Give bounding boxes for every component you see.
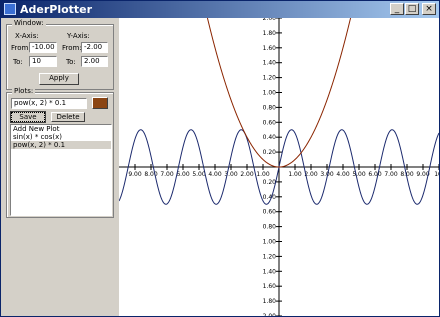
control-panel: Window: X-Axis: Y-Axis: From: -10.00 Fro… [3, 18, 117, 316]
maximize-button[interactable]: □ [405, 3, 419, 15]
y-tick-label: 0.60 [263, 209, 277, 216]
plots-group-legend: Plots: [12, 86, 36, 96]
y-tick-label: 0.40 [263, 134, 277, 141]
y-tick-label: 2.00 [263, 313, 277, 316]
delete-button[interactable]: Delete [51, 112, 85, 122]
y-tick-label: 0.40 [263, 194, 277, 201]
apply-button[interactable]: Apply [39, 73, 79, 85]
x-to-label: To: [13, 58, 23, 66]
x-tick-label: 5.00 [352, 171, 366, 178]
save-button[interactable]: Save [10, 111, 46, 123]
y-tick-label: 1.40 [263, 268, 277, 275]
y-to-label: To: [66, 58, 76, 66]
x-tick-label: 7.00 [160, 171, 174, 178]
y-tick-label: 1.60 [263, 45, 277, 52]
x-tick-label: 6.00 [176, 171, 190, 178]
plots-group: Plots: pow(x, 2) * 0.1 Save Delete Add N… [6, 86, 114, 218]
color-picker-button[interactable] [92, 97, 108, 109]
window-group-legend: Window: [12, 18, 46, 28]
y-tick-label: 1.00 [263, 239, 277, 246]
title-bar[interactable]: AderPlotter _ □ × [1, 1, 439, 18]
x-axis-label: X-Axis: [15, 32, 39, 40]
y-tick-label: 1.40 [263, 60, 277, 67]
close-button[interactable]: × [422, 3, 436, 15]
y-axis-label: Y-Axis: [67, 32, 90, 40]
list-item[interactable]: sin(x) * cos(x) [11, 133, 111, 141]
x-tick-label: 2.00 [240, 171, 254, 178]
y-tick-label: 0.20 [263, 149, 277, 156]
y-tick-label: 2.00 [263, 18, 277, 22]
x-tick-label: 7.00 [384, 171, 398, 178]
plot-list[interactable]: Add New Plot sin(x) * cos(x) pow(x, 2) *… [10, 124, 112, 216]
y-tick-label: 1.80 [263, 298, 277, 305]
window-title: AderPlotter [20, 3, 93, 16]
x-from-label: From: [11, 44, 31, 52]
x-tick-label: 6.00 [368, 171, 382, 178]
app-icon [4, 3, 16, 15]
minimize-button[interactable]: _ [390, 3, 404, 15]
y-tick-label: 1.60 [263, 283, 277, 290]
plot-canvas: 9.00 8.00 7.00 6.00 5.00 4.00 3.00 2.00 1.00 1.00… [119, 18, 439, 316]
y-tick-label: 0.60 [263, 119, 277, 126]
y-tick-label: 0.80 [263, 104, 277, 111]
x-to-input[interactable]: 10 [29, 56, 57, 67]
y-tick-label: 0.80 [263, 224, 277, 231]
x-tick-label: 4.00 [336, 171, 350, 178]
app-window: AderPlotter _ □ × Window: X-Axis: Y-Axis… [0, 0, 440, 317]
y-tick-label: 1.20 [263, 75, 277, 82]
plot-area[interactable]: 9.00 8.00 7.00 6.00 5.00 4.00 3.00 2.00 1.00 1.00… [119, 18, 439, 316]
y-tick-label: 1.00 [263, 90, 277, 97]
x-tick-label: 9.00 [128, 171, 142, 178]
x-from-input[interactable]: -10.00 [29, 42, 57, 53]
x-tick-label: 10. [434, 171, 439, 178]
y-to-input[interactable]: 2.00 [81, 56, 108, 67]
y-tick-label: 0.20 [263, 179, 277, 186]
list-item-selected[interactable]: pow(x, 2) * 0.1 [11, 141, 111, 149]
expression-input[interactable]: pow(x, 2) * 0.1 [11, 98, 87, 109]
y-tick-label: 1.20 [263, 253, 277, 260]
x-tick-label: 1.00 [256, 171, 270, 178]
x-tick-label: 5.00 [192, 171, 206, 178]
list-item[interactable]: Add New Plot [11, 125, 111, 133]
y-tick-label: 1.80 [263, 30, 277, 37]
x-tick-label: 1.00 [288, 171, 302, 178]
y-from-input[interactable]: -2.00 [81, 42, 108, 53]
x-tick-label: 4.00 [208, 171, 222, 178]
y-from-label: From: [62, 44, 82, 52]
window-group: Window: X-Axis: Y-Axis: From: -10.00 Fro… [6, 18, 114, 90]
